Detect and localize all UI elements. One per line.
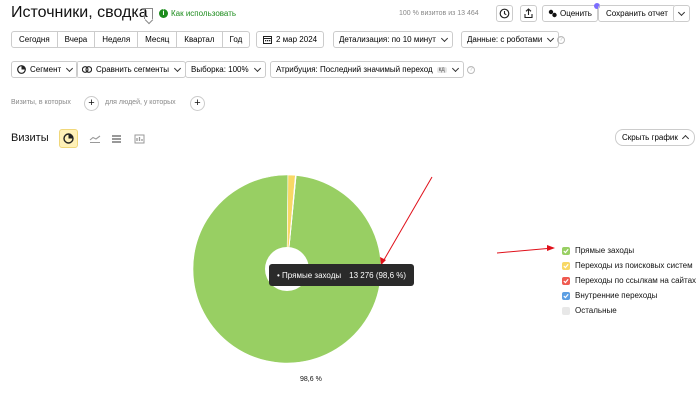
legend-item[interactable]: Внутренние переходы xyxy=(562,288,696,303)
chart-tooltip: • Прямые заходы 13 276 (98,6 %) xyxy=(269,264,415,286)
tooltip-series: Прямые заходы xyxy=(282,270,342,280)
legend-label: Переходы из поисковых систем xyxy=(575,261,693,270)
checkbox-checked-icon[interactable] xyxy=(562,246,570,255)
legend-item[interactable]: Прямые заходы xyxy=(562,243,696,258)
legend-label: Остальные xyxy=(575,306,617,315)
tooltip-value: 13 276 (98,6 %) xyxy=(349,270,407,280)
checkbox-checked-icon[interactable] xyxy=(562,276,570,285)
red-arrow-line xyxy=(496,247,554,254)
red-arrow-line xyxy=(380,176,433,266)
pie-chart xyxy=(192,174,555,364)
slice-percent-label: 98,6 % xyxy=(300,376,322,383)
legend-item[interactable]: Переходы по ссылкам на сайтах xyxy=(562,273,696,288)
checkbox-icon[interactable] xyxy=(562,306,570,315)
legend-item[interactable]: Переходы из поисковых систем xyxy=(562,258,696,273)
legend-label: Внутренние переходы xyxy=(575,291,658,300)
chart-legend: Прямые заходы Переходы из поисковых систе… xyxy=(562,243,696,318)
legend-item[interactable]: Остальные xyxy=(562,303,696,318)
red-arrow-head xyxy=(547,245,555,251)
legend-label: Прямые заходы xyxy=(575,246,635,255)
checkbox-checked-icon[interactable] xyxy=(562,291,570,300)
legend-label: Переходы по ссылкам на сайтах xyxy=(575,276,697,285)
tooltip-label: • Прямые заходы xyxy=(277,270,342,280)
checkbox-checked-icon[interactable] xyxy=(562,261,570,270)
